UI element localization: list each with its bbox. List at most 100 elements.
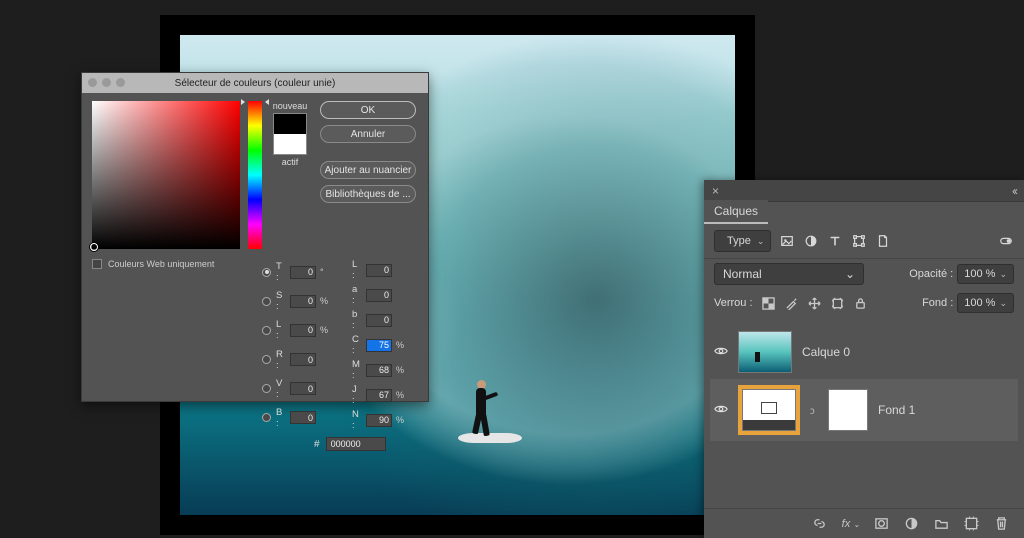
c-input[interactable] xyxy=(366,339,392,352)
lab-L-input[interactable] xyxy=(366,264,392,277)
new-group-icon[interactable] xyxy=(934,516,950,532)
web-colors-only-checkbox[interactable] xyxy=(92,259,102,269)
filter-toggle-icon[interactable] xyxy=(998,233,1014,249)
layer-filter-type-dropdown[interactable]: Type ⌄ xyxy=(714,230,771,252)
v-radio[interactable] xyxy=(262,384,271,393)
new-layer-icon[interactable] xyxy=(964,516,980,532)
n-label: N : xyxy=(352,409,362,431)
b-input[interactable] xyxy=(290,411,316,424)
chevron-down-icon: ⌄ xyxy=(999,298,1007,309)
add-mask-icon[interactable] xyxy=(874,516,890,532)
s-input[interactable] xyxy=(290,295,316,308)
add-swatch-label: Ajouter au nuancier xyxy=(325,165,412,176)
r-radio[interactable] xyxy=(262,355,271,364)
visibility-toggle-icon[interactable] xyxy=(714,403,728,417)
opacity-value-input[interactable]: 100 % ⌄ xyxy=(957,264,1014,284)
hue-slider[interactable] xyxy=(248,101,262,249)
cancel-label: Annuler xyxy=(351,129,385,140)
j-label: J : xyxy=(352,384,362,406)
v-input[interactable] xyxy=(290,382,316,395)
layer-mask-link-icon[interactable]: 𐑋 xyxy=(810,403,818,417)
tab-layers[interactable]: Calques xyxy=(704,200,768,224)
layer-row[interactable]: 𐑋 Fond 1 xyxy=(710,379,1018,441)
fill-label: Fond : xyxy=(922,297,953,309)
delete-layer-icon[interactable] xyxy=(994,516,1010,532)
link-layers-icon[interactable] xyxy=(812,516,828,532)
web-colors-only-label: Couleurs Web uniquement xyxy=(108,259,214,269)
j-input[interactable] xyxy=(366,389,392,402)
layer-mask-thumbnail[interactable] xyxy=(828,389,868,431)
filter-adjust-icon[interactable] xyxy=(803,233,819,249)
color-libraries-button[interactable]: Bibliothèques de ... xyxy=(320,185,416,203)
t-input[interactable] xyxy=(290,266,316,279)
new-color-swatch xyxy=(274,114,306,134)
sv-picker-handle[interactable] xyxy=(90,243,98,251)
l-label: L : xyxy=(276,319,286,341)
hue-radio[interactable] xyxy=(262,268,271,277)
lock-all-icon[interactable] xyxy=(854,296,868,310)
b-radio[interactable] xyxy=(262,413,271,422)
filter-smart-icon[interactable] xyxy=(875,233,891,249)
filter-shape-icon[interactable] xyxy=(851,233,867,249)
lock-pixels-icon[interactable] xyxy=(785,296,799,310)
opacity-label: Opacité : xyxy=(909,268,953,280)
current-color-swatch xyxy=(274,134,306,154)
lock-transparent-icon[interactable] xyxy=(762,296,776,310)
saturation-value-field[interactable] xyxy=(92,101,240,249)
close-icon[interactable]: × xyxy=(712,184,719,198)
layer-effects-icon[interactable]: fx ⌄ xyxy=(842,518,860,530)
v-label: V : xyxy=(276,378,286,400)
blend-mode-dropdown[interactable]: Normal ⌄ xyxy=(714,263,864,285)
blend-mode-label: Normal xyxy=(723,267,762,281)
s-unit: % xyxy=(320,296,332,306)
m-input[interactable] xyxy=(366,364,392,377)
collapse-icon[interactable]: ‹‹ xyxy=(1012,184,1016,198)
layer-name[interactable]: Calque 0 xyxy=(802,345,850,359)
lab-b-label: b : xyxy=(352,309,362,331)
lab-cmjn-fields: L : a : b : C : % M : % J : xyxy=(352,259,408,431)
tab-layers-label: Calques xyxy=(714,204,758,218)
hex-input[interactable] xyxy=(326,437,386,451)
j-unit: % xyxy=(396,390,408,400)
t-label: T : xyxy=(276,261,286,283)
window-controls[interactable] xyxy=(88,78,125,87)
filter-type-icon[interactable] xyxy=(827,233,843,249)
lock-artboard-icon[interactable] xyxy=(831,296,845,310)
visibility-toggle-icon[interactable] xyxy=(714,345,728,359)
color-swatch-compare[interactable] xyxy=(273,113,307,155)
bri-radio[interactable] xyxy=(262,326,271,335)
sat-radio[interactable] xyxy=(262,297,271,306)
layer-name[interactable]: Fond 1 xyxy=(878,403,915,417)
layer-row[interactable]: Calque 0 xyxy=(710,325,1018,379)
lock-label: Verrou : xyxy=(714,297,753,309)
fill-value-input[interactable]: 100 % ⌄ xyxy=(957,293,1014,313)
current-color-label: actif xyxy=(282,157,299,167)
m-label: M : xyxy=(352,359,362,381)
l-unit: % xyxy=(320,325,332,335)
layer-thumbnail[interactable] xyxy=(738,331,792,373)
color-picker-title: Sélecteur de couleurs (couleur unie) xyxy=(175,78,336,89)
cancel-button[interactable]: Annuler xyxy=(320,125,416,143)
fill-value: 100 % xyxy=(964,297,995,309)
n-input[interactable] xyxy=(366,414,392,427)
solid-color-fill-thumbnail xyxy=(742,389,796,431)
new-adjustment-icon[interactable] xyxy=(904,516,920,532)
chevron-down-icon: ⌄ xyxy=(845,267,855,281)
lock-position-icon[interactable] xyxy=(808,296,822,310)
chevron-down-icon: ⌄ xyxy=(853,520,860,529)
lab-b-input[interactable] xyxy=(366,314,392,327)
filter-pixel-icon[interactable] xyxy=(779,233,795,249)
b-label: B : xyxy=(276,407,286,429)
lab-a-input[interactable] xyxy=(366,289,392,302)
ok-button[interactable]: OK xyxy=(320,101,416,119)
hue-slider-handle[interactable] xyxy=(245,99,265,105)
r-input[interactable] xyxy=(290,353,316,366)
panel-header[interactable]: × ‹‹ xyxy=(704,180,1024,202)
t-unit: ° xyxy=(320,267,332,277)
layer-thumbnail-selected[interactable] xyxy=(738,385,800,435)
l-input[interactable] xyxy=(290,324,316,337)
add-to-swatches-button[interactable]: Ajouter au nuancier xyxy=(320,161,416,179)
n-unit: % xyxy=(396,415,408,425)
s-label: S : xyxy=(276,290,286,312)
color-picker-titlebar[interactable]: Sélecteur de couleurs (couleur unie) xyxy=(82,73,428,93)
